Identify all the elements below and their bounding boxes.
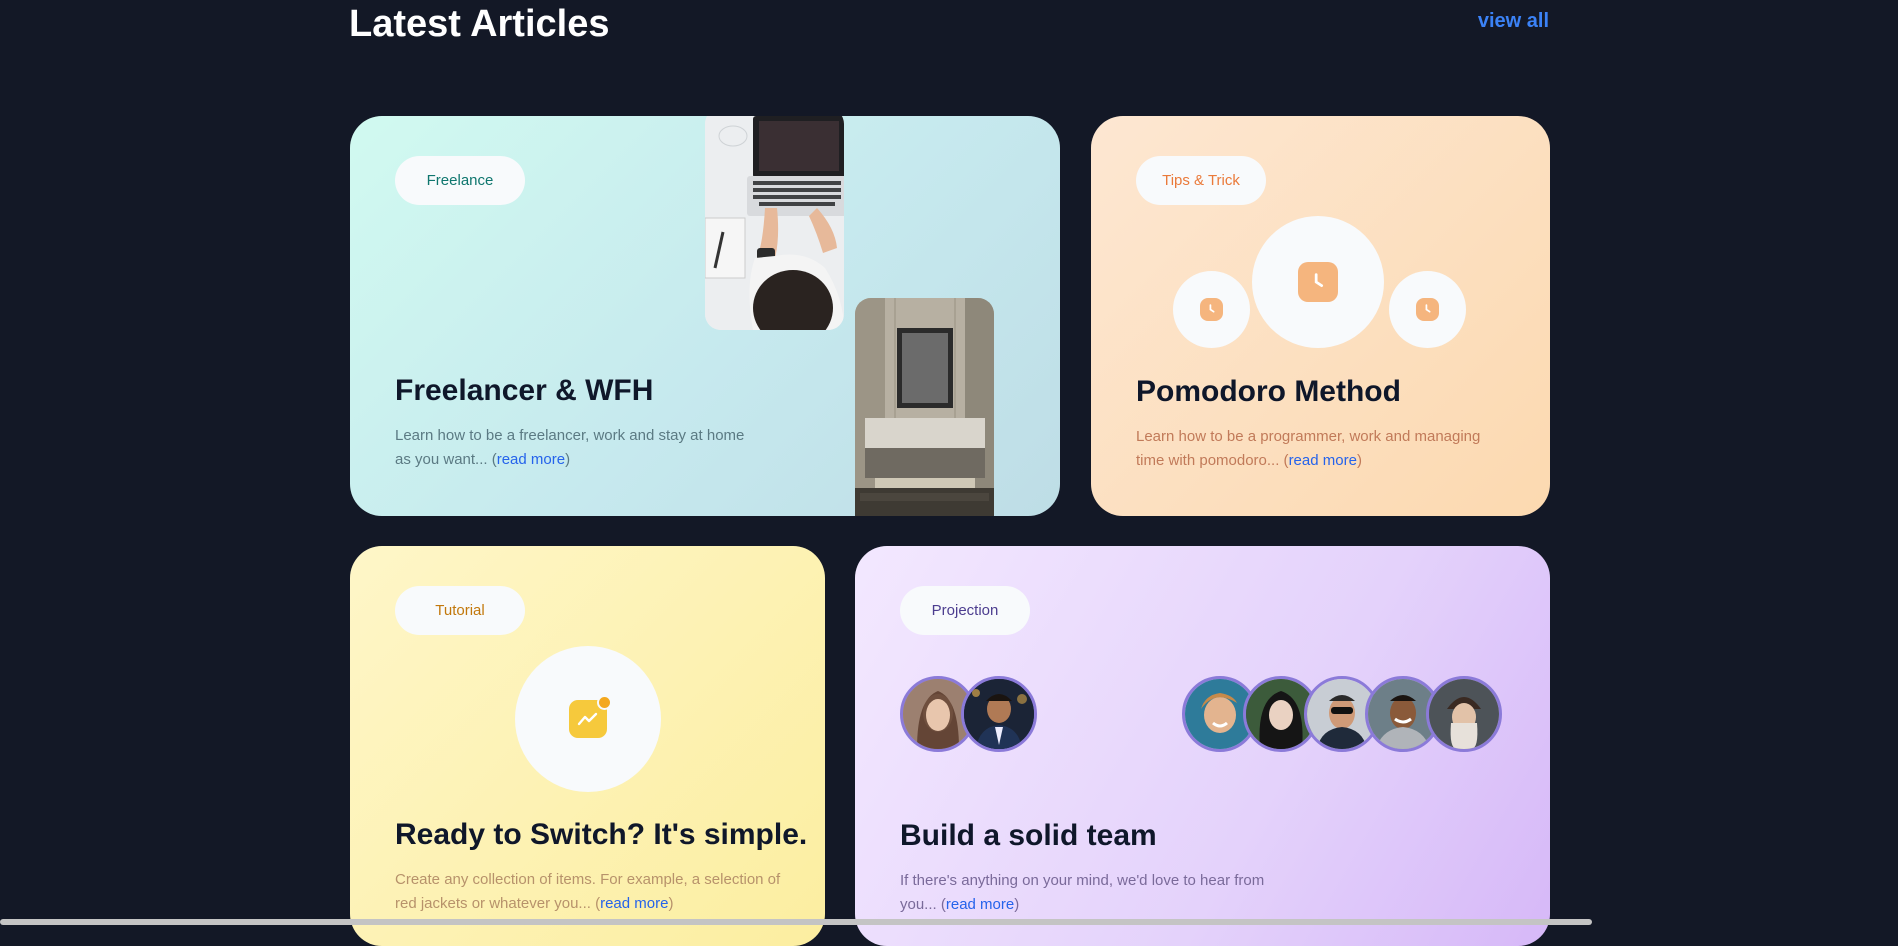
view-all-link[interactable]: view all xyxy=(1478,10,1549,33)
clock-icon xyxy=(1200,298,1223,321)
card-title: Build a solid team xyxy=(900,819,1157,852)
read-more-link[interactable]: read more xyxy=(946,896,1014,913)
tag-freelance[interactable]: Freelance xyxy=(395,156,525,205)
description-text: Create any collection of items. For exam… xyxy=(395,871,781,912)
article-card-projection[interactable]: Projection Build a solid team If there's… xyxy=(855,546,1550,946)
horizontal-scrollbar[interactable] xyxy=(0,919,1592,925)
card-description: Learn how to be a programmer, work and m… xyxy=(1136,425,1491,473)
clock-circle-large xyxy=(1252,216,1384,348)
bedroom-photo xyxy=(855,298,994,516)
article-card-freelance[interactable]: Freelance Freelancer & WFH Learn how to … xyxy=(350,116,1060,516)
clock-circle-small-right xyxy=(1389,271,1466,348)
article-card-tutorial[interactable]: Tutorial Ready to Switch? It's simple. C… xyxy=(350,546,825,946)
card-description: If there's anything on your mind, we'd l… xyxy=(900,869,1280,917)
tag-tutorial[interactable]: Tutorial xyxy=(395,586,525,635)
chart-icon xyxy=(569,695,612,738)
page-title: Latest Articles xyxy=(349,3,610,45)
article-card-pomodoro[interactable]: Tips & Trick Pomodoro Method Learn how t… xyxy=(1091,116,1550,516)
avatar xyxy=(961,676,1037,752)
description-end: ) xyxy=(565,451,571,468)
card-description: Learn how to be a freelancer, work and s… xyxy=(395,424,755,472)
clock-circle-small-left xyxy=(1173,271,1250,348)
tag-projection[interactable]: Projection xyxy=(900,586,1030,635)
card-title: Ready to Switch? It's simple. xyxy=(395,818,808,851)
description-end: ) xyxy=(668,895,674,912)
card-title: Pomodoro Method xyxy=(1136,375,1401,408)
read-more-link[interactable]: read more xyxy=(600,895,668,912)
description-end: ) xyxy=(1014,896,1020,913)
tag-tips-trick[interactable]: Tips & Trick xyxy=(1136,156,1266,205)
description-end: ) xyxy=(1356,452,1362,469)
clock-icon xyxy=(1298,262,1338,302)
avatar xyxy=(1426,676,1502,752)
read-more-link[interactable]: read more xyxy=(497,451,565,468)
chart-circle xyxy=(515,646,661,792)
laptop-photo xyxy=(705,116,844,330)
read-more-link[interactable]: read more xyxy=(1289,452,1357,469)
section-header: Latest Articles view all xyxy=(349,0,1549,48)
clock-icon xyxy=(1416,298,1439,321)
card-title: Freelancer & WFH xyxy=(395,374,654,407)
card-description: Create any collection of items. For exam… xyxy=(395,868,790,916)
